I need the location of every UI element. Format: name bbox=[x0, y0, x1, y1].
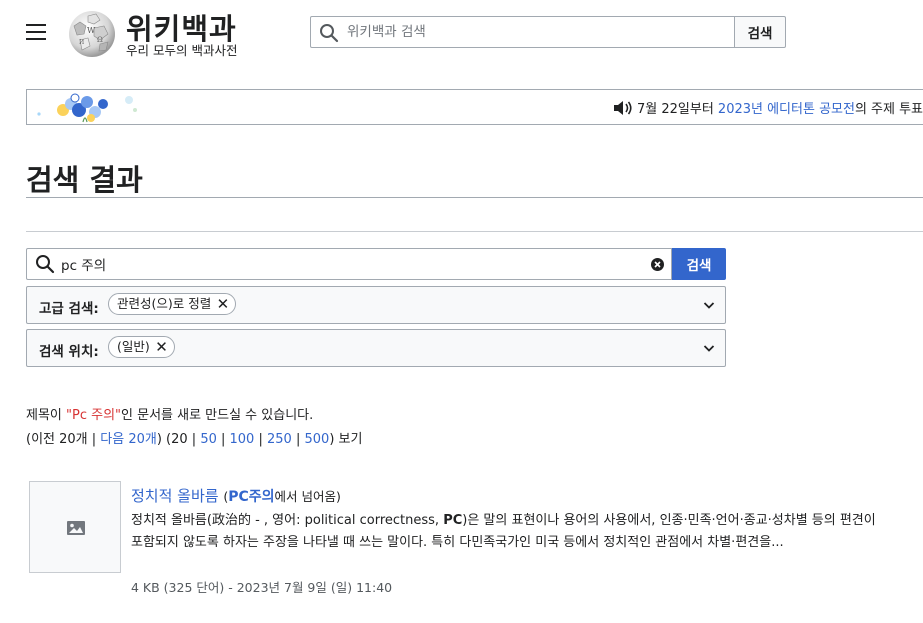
header-search-button[interactable]: 검색 bbox=[734, 16, 786, 48]
remove-namespace-chip-icon[interactable]: ✕ bbox=[155, 337, 168, 357]
sort-chip: 관련성(으)로 정렬 ✕ bbox=[108, 293, 237, 315]
notice-after: 인 문서를 새로 만드실 수 있습니다. bbox=[121, 408, 314, 423]
pager-prev: (이전 20개 | bbox=[26, 432, 101, 447]
search-icon bbox=[320, 24, 339, 43]
site-header: W Ω И 위키백과 우리 모두의 백과사전 검색 bbox=[0, 0, 923, 70]
result-thumbnail[interactable] bbox=[29, 481, 121, 573]
site-logo-tagline: 우리 모두의 백과사전 bbox=[126, 43, 238, 58]
speaker-icon[interactable] bbox=[613, 101, 633, 115]
sort-chip-label: 관련성(으)로 정렬 bbox=[117, 296, 212, 311]
wikipedia-globe-icon[interactable]: W Ω И bbox=[66, 8, 118, 58]
flowers-decoration-icon bbox=[37, 93, 137, 123]
result-meta: 4 KB (325 단어) - 2023년 7월 9일 (일) 11:40 bbox=[131, 580, 393, 595]
search-location-label: 검색 위치: bbox=[39, 344, 99, 360]
svg-text:W: W bbox=[87, 26, 96, 35]
header-search-input[interactable] bbox=[347, 17, 727, 47]
title-divider bbox=[26, 197, 923, 198]
banner-text-before: 7월 22일부터 bbox=[637, 102, 718, 117]
remove-sort-chip-icon[interactable]: ✕ bbox=[217, 294, 230, 314]
svg-text:И: И bbox=[79, 39, 84, 46]
page-title: 검색 결과 bbox=[26, 163, 143, 197]
pager-end: ) 보기 bbox=[329, 432, 363, 447]
redirect-note: (PC주의에서 넘어옴) bbox=[223, 489, 341, 505]
chevron-down-icon[interactable] bbox=[703, 299, 715, 311]
redirect-term-link[interactable]: PC주의 bbox=[228, 489, 274, 505]
search-location-filter[interactable]: 검색 위치: (일반) ✕ bbox=[26, 329, 726, 367]
site-notice-banner: 7월 22일부터 2023년 에디터톤 공모전의 주제 투표 bbox=[26, 89, 923, 125]
pager-500-link[interactable]: 500 bbox=[304, 432, 329, 447]
banner-message: 7월 22일부터 2023년 에디터톤 공모전의 주제 투표 bbox=[613, 98, 923, 117]
create-page-notice: 제목이 "Pc 주의"인 문서를 새로 만드실 수 있습니다. bbox=[26, 404, 313, 423]
create-page-link[interactable]: "Pc 주의" bbox=[66, 408, 121, 423]
pager-sep: | bbox=[216, 432, 230, 447]
snippet-highlight: PC bbox=[443, 513, 463, 528]
result-snippet: 정치적 올바름(政治的 - , 영어: political correctnes… bbox=[131, 510, 891, 554]
results-pager: (이전 20개 | 다음 20개) (20 | 50 | 100 | 250 |… bbox=[26, 428, 362, 447]
main-search-box[interactable] bbox=[26, 248, 672, 280]
pager-100-link[interactable]: 100 bbox=[230, 432, 255, 447]
toolbar-divider bbox=[26, 231, 923, 232]
image-placeholder-icon bbox=[67, 521, 85, 535]
pager-50-link[interactable]: 50 bbox=[200, 432, 217, 447]
banner-editathon-link[interactable]: 2023년 에디터톤 공모전 bbox=[718, 102, 855, 117]
search-icon bbox=[36, 255, 55, 274]
main-search-button[interactable]: 검색 bbox=[672, 248, 726, 280]
chevron-down-icon[interactable] bbox=[703, 342, 715, 354]
clear-circle-icon[interactable] bbox=[651, 258, 664, 271]
main-search-input[interactable] bbox=[61, 249, 641, 279]
redirect-text: 에서 넘어옴) bbox=[274, 489, 341, 504]
pager-sep: | bbox=[291, 432, 305, 447]
pager-next-link[interactable]: 다음 20개 bbox=[100, 432, 157, 447]
banner-text-after: 의 주제 투표 bbox=[854, 102, 923, 117]
pager-sep: | bbox=[254, 432, 267, 447]
advanced-search-filter[interactable]: 고급 검색: 관련성(으)로 정렬 ✕ bbox=[26, 286, 726, 324]
result-heading: 정치적 올바름 (PC주의에서 넘어옴) bbox=[131, 485, 341, 506]
result-title-link[interactable]: 정치적 올바름 bbox=[131, 487, 219, 505]
hamburger-menu-icon[interactable] bbox=[26, 24, 46, 40]
namespace-chip: (일반) ✕ bbox=[108, 336, 175, 358]
pager-mid: ) (20 | bbox=[156, 432, 201, 447]
notice-before: 제목이 bbox=[26, 408, 67, 423]
namespace-chip-label: (일반) bbox=[117, 339, 150, 354]
pager-250-link[interactable]: 250 bbox=[267, 432, 292, 447]
svg-text:Ω: Ω bbox=[97, 36, 103, 44]
header-search-box[interactable] bbox=[310, 16, 735, 48]
snippet-part-1: 정치적 올바름(政治的 - , 영어: political correctnes… bbox=[131, 513, 444, 528]
advanced-search-label: 고급 검색: bbox=[39, 301, 99, 317]
